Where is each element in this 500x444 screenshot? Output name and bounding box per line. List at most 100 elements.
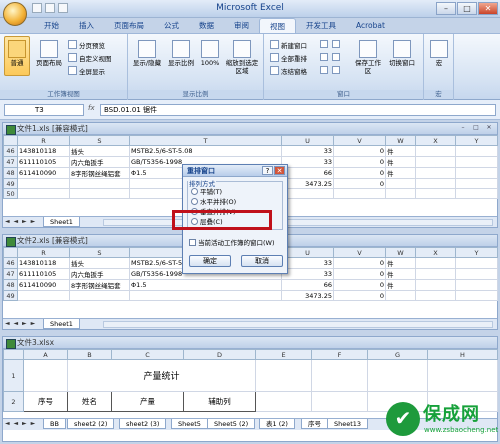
- cell[interactable]: [69, 188, 130, 199]
- cell[interactable]: [455, 156, 498, 168]
- sheet-nav-arrows[interactable]: ◄ ◄ ► ►: [5, 320, 36, 327]
- sheet-tab[interactable]: Sheet13: [327, 419, 369, 429]
- column-header[interactable]: S: [69, 135, 130, 146]
- cell[interactable]: 143810118: [17, 145, 70, 157]
- cell[interactable]: [455, 167, 498, 179]
- column-header[interactable]: R: [17, 135, 70, 146]
- column-header[interactable]: W: [385, 135, 416, 146]
- tab-formulas[interactable]: 公式: [154, 18, 189, 33]
- column-header[interactable]: U: [281, 135, 334, 146]
- cell[interactable]: [69, 290, 130, 301]
- cell[interactable]: [455, 145, 498, 157]
- cell[interactable]: 8字形钢丝绳铝套: [69, 167, 130, 179]
- column-header[interactable]: T: [129, 135, 282, 146]
- zoom-button[interactable]: 显示比例: [166, 38, 196, 67]
- cell[interactable]: 内六角扳手: [69, 268, 130, 280]
- new-window-button[interactable]: 新建窗口: [270, 40, 307, 50]
- close-icon[interactable]: ✕: [483, 124, 495, 133]
- cell[interactable]: [415, 167, 456, 179]
- cell[interactable]: [415, 178, 456, 189]
- formula-input[interactable]: BSD.01.01 锯件: [100, 104, 496, 116]
- sheet-nav-arrows[interactable]: ◄ ◄ ► ►: [5, 420, 36, 427]
- cell[interactable]: [17, 178, 70, 189]
- cell[interactable]: 3473.25: [281, 178, 334, 189]
- arrange-all-button[interactable]: 全部重排: [270, 53, 307, 63]
- hide-icon[interactable]: [320, 53, 328, 61]
- sheet-tab[interactable]: 表1 (2): [259, 419, 295, 429]
- column-header[interactable]: F: [311, 349, 368, 360]
- column-header[interactable]: X: [415, 247, 456, 258]
- cell[interactable]: 0: [333, 178, 386, 189]
- tab-insert[interactable]: 插入: [69, 18, 104, 33]
- row-header[interactable]: 2: [3, 391, 24, 412]
- row-header[interactable]: 48: [3, 167, 18, 179]
- split-icon[interactable]: [320, 40, 328, 48]
- cell[interactable]: 0: [333, 257, 386, 269]
- option-tiled[interactable]: 平铺(T): [191, 188, 222, 197]
- column-header[interactable]: V: [333, 135, 386, 146]
- cell[interactable]: [385, 188, 416, 199]
- sheet-tab[interactable]: Sheet1: [43, 217, 80, 227]
- cell[interactable]: [415, 290, 456, 301]
- cell[interactable]: [455, 290, 498, 301]
- maximize-button[interactable]: □: [457, 2, 477, 15]
- cell[interactable]: 0: [333, 167, 386, 179]
- close-icon[interactable]: ✕: [274, 166, 285, 175]
- column-header[interactable]: R: [17, 247, 70, 258]
- cell[interactable]: 插头: [69, 257, 130, 269]
- header-cell[interactable]: 产量: [111, 391, 184, 412]
- column-header[interactable]: Y: [455, 247, 498, 258]
- sheet-tab[interactable]: Sheet5: [171, 419, 208, 429]
- sheet-tab[interactable]: sheet2 (2): [67, 419, 115, 429]
- cell[interactable]: [455, 257, 498, 269]
- cell[interactable]: 66: [281, 167, 334, 179]
- sheet-nav-arrows[interactable]: ◄ ◄ ► ►: [5, 218, 36, 225]
- cell[interactable]: 611410090: [17, 167, 70, 179]
- cell[interactable]: 611110105: [17, 268, 70, 280]
- cancel-button[interactable]: 取消: [241, 255, 283, 267]
- cell[interactable]: 611110105: [17, 156, 70, 168]
- full-screen-button[interactable]: 全屏显示: [68, 66, 105, 76]
- save-icon[interactable]: [32, 3, 42, 13]
- normal-view-button[interactable]: 普通: [5, 38, 29, 67]
- undo-icon[interactable]: [45, 3, 55, 13]
- header-cell[interactable]: 序号: [23, 391, 68, 412]
- side-by-side-icon[interactable]: [332, 40, 340, 48]
- cell[interactable]: 3473.25: [281, 290, 334, 301]
- tab-acrobat[interactable]: Acrobat: [346, 18, 395, 33]
- tab-review[interactable]: 审阅: [224, 18, 259, 33]
- redo-icon[interactable]: [58, 3, 68, 13]
- unhide-icon[interactable]: [320, 66, 328, 74]
- row-header[interactable]: 48: [3, 279, 18, 291]
- cell[interactable]: [415, 188, 456, 199]
- row-header[interactable]: 46: [3, 145, 18, 157]
- row-header[interactable]: 50: [3, 188, 18, 199]
- minimize-button[interactable]: –: [436, 2, 456, 15]
- office-button[interactable]: [3, 2, 27, 26]
- tab-developer[interactable]: 开发工具: [296, 18, 346, 33]
- cell[interactable]: [385, 290, 416, 301]
- tab-home[interactable]: 开始: [34, 18, 69, 33]
- cell[interactable]: 0: [333, 156, 386, 168]
- cell[interactable]: [427, 359, 498, 392]
- freeze-panes-button[interactable]: 冻结窗格: [270, 66, 307, 76]
- column-header[interactable]: U: [281, 247, 334, 258]
- row-header[interactable]: 46: [3, 257, 18, 269]
- cell[interactable]: [415, 156, 456, 168]
- zoom-100-button[interactable]: 100%: [199, 38, 221, 67]
- sheet-tab[interactable]: 序号: [301, 419, 328, 429]
- cell[interactable]: 0: [333, 290, 386, 301]
- column-header[interactable]: V: [333, 247, 386, 258]
- cell[interactable]: 33: [281, 156, 334, 168]
- cell[interactable]: [129, 290, 282, 301]
- cell[interactable]: [333, 188, 386, 199]
- cell[interactable]: [455, 178, 498, 189]
- cell[interactable]: 0: [333, 145, 386, 157]
- title-cell[interactable]: 产量统计: [67, 359, 256, 392]
- page-break-preview-button[interactable]: 分页预览: [68, 40, 105, 50]
- help-icon[interactable]: ?: [262, 166, 273, 175]
- custom-views-button[interactable]: 自定义视图: [68, 53, 112, 63]
- show-hide-button[interactable]: 显示/隐藏: [132, 38, 162, 67]
- cell[interactable]: 33: [281, 268, 334, 280]
- cell[interactable]: [255, 391, 312, 412]
